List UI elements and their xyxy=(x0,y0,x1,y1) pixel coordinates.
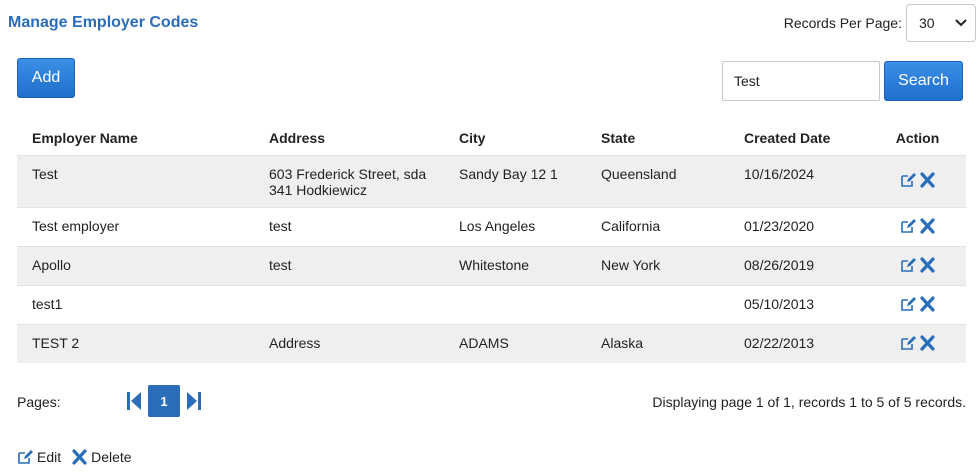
edit-icon[interactable] xyxy=(900,257,917,276)
row-actions xyxy=(869,286,966,315)
pagination-summary: Displaying page 1 of 1, records 1 to 5 o… xyxy=(652,394,966,410)
edit-icon xyxy=(18,450,33,464)
delete-icon[interactable] xyxy=(919,218,936,237)
city-cell: Los Angeles xyxy=(459,218,536,234)
page-title: Manage Employer Codes xyxy=(8,14,199,31)
header-employer-name[interactable]: Employer Name xyxy=(17,130,254,146)
legend-edit-label: Edit xyxy=(37,449,62,465)
state-cell xyxy=(586,286,729,296)
table-row: Test employer test Los Angeles California 01… xyxy=(17,207,966,246)
table-row: test1 05/10/2013 xyxy=(17,285,966,324)
city-cell: Sandy Bay 12 1 xyxy=(459,166,558,182)
add-button[interactable]: Add xyxy=(17,58,75,98)
edit-icon[interactable] xyxy=(900,218,917,237)
row-actions xyxy=(869,156,966,191)
table-body: Test 603 Frederick Street, sda 341 Hodkie… xyxy=(17,155,966,363)
employer-name-cell: Test xyxy=(32,166,58,182)
city-cell: ADAMS xyxy=(459,335,509,351)
header-action: Action xyxy=(895,129,940,146)
edit-icon[interactable] xyxy=(900,335,917,354)
delete-icon[interactable] xyxy=(919,335,936,354)
pager: 1 xyxy=(126,385,202,417)
address-cell xyxy=(254,286,444,296)
current-page-button[interactable]: 1 xyxy=(148,385,180,417)
first-page-icon[interactable] xyxy=(126,391,142,411)
row-actions xyxy=(869,247,966,276)
employer-name-cell: test1 xyxy=(32,296,63,312)
records-per-page-select[interactable]: 30 xyxy=(906,4,976,42)
employer-name-cell: Apollo xyxy=(32,257,71,273)
header-created-date[interactable]: Created Date xyxy=(729,130,869,146)
address-cell: test xyxy=(269,257,292,273)
chevron-down-icon xyxy=(955,19,967,27)
legend-delete: Delete xyxy=(71,449,132,465)
created-date-cell: 01/23/2020 xyxy=(744,218,815,234)
records-per-page: Records Per Page: 30 xyxy=(784,4,976,42)
legend-edit: Edit xyxy=(17,449,61,465)
table-header: Employer Name Address City State Created… xyxy=(17,120,966,155)
employer-name-cell: TEST 2 xyxy=(32,335,80,351)
state-cell: California xyxy=(601,218,661,234)
table-row: TEST 2 Address ADAMS Alaska 02/22/2013 xyxy=(17,324,966,363)
last-page-icon[interactable] xyxy=(186,391,202,411)
delete-icon[interactable] xyxy=(919,172,936,191)
created-date-cell: 05/10/2013 xyxy=(744,296,815,312)
state-cell: Queensland xyxy=(601,166,677,182)
edit-icon[interactable] xyxy=(900,296,917,315)
table-row: Apollo test Whitestone New York 08/26/2019 xyxy=(17,246,966,285)
header-state[interactable]: State xyxy=(586,130,729,146)
header-city[interactable]: City xyxy=(444,130,586,146)
delete-icon xyxy=(72,449,87,465)
created-date-cell: 02/22/2013 xyxy=(744,335,815,351)
pages-label: Pages: xyxy=(17,394,61,410)
created-date-cell: 10/16/2024 xyxy=(744,166,815,182)
city-cell xyxy=(444,286,586,296)
address-cell: test xyxy=(269,218,292,234)
action-legend: Edit Delete xyxy=(17,449,132,465)
legend-delete-label: Delete xyxy=(91,449,132,465)
employer-table: Employer Name Address City State Created… xyxy=(17,120,966,363)
delete-icon[interactable] xyxy=(919,257,936,276)
records-per-page-label: Records Per Page: xyxy=(783,15,902,31)
table-row: Test 603 Frederick Street, sda 341 Hodkie… xyxy=(17,155,966,207)
edit-icon[interactable] xyxy=(900,172,917,191)
row-actions xyxy=(869,208,966,237)
city-cell: Whitestone xyxy=(459,257,530,273)
address-cell: Address xyxy=(269,335,321,351)
header-address[interactable]: Address xyxy=(254,130,444,146)
employer-name-cell: Test employer xyxy=(32,218,120,234)
created-date-cell: 08/26/2019 xyxy=(744,257,815,273)
address-cell: 603 Frederick Street, sda 341 Hodkiewicz xyxy=(269,166,427,198)
state-cell: New York xyxy=(601,257,661,273)
delete-icon[interactable] xyxy=(919,296,936,315)
row-actions xyxy=(869,325,966,354)
search-input[interactable]: Test xyxy=(722,61,880,101)
search-button[interactable]: Search xyxy=(884,61,963,101)
records-per-page-value: 30 xyxy=(919,15,935,31)
state-cell: Alaska xyxy=(601,335,644,351)
